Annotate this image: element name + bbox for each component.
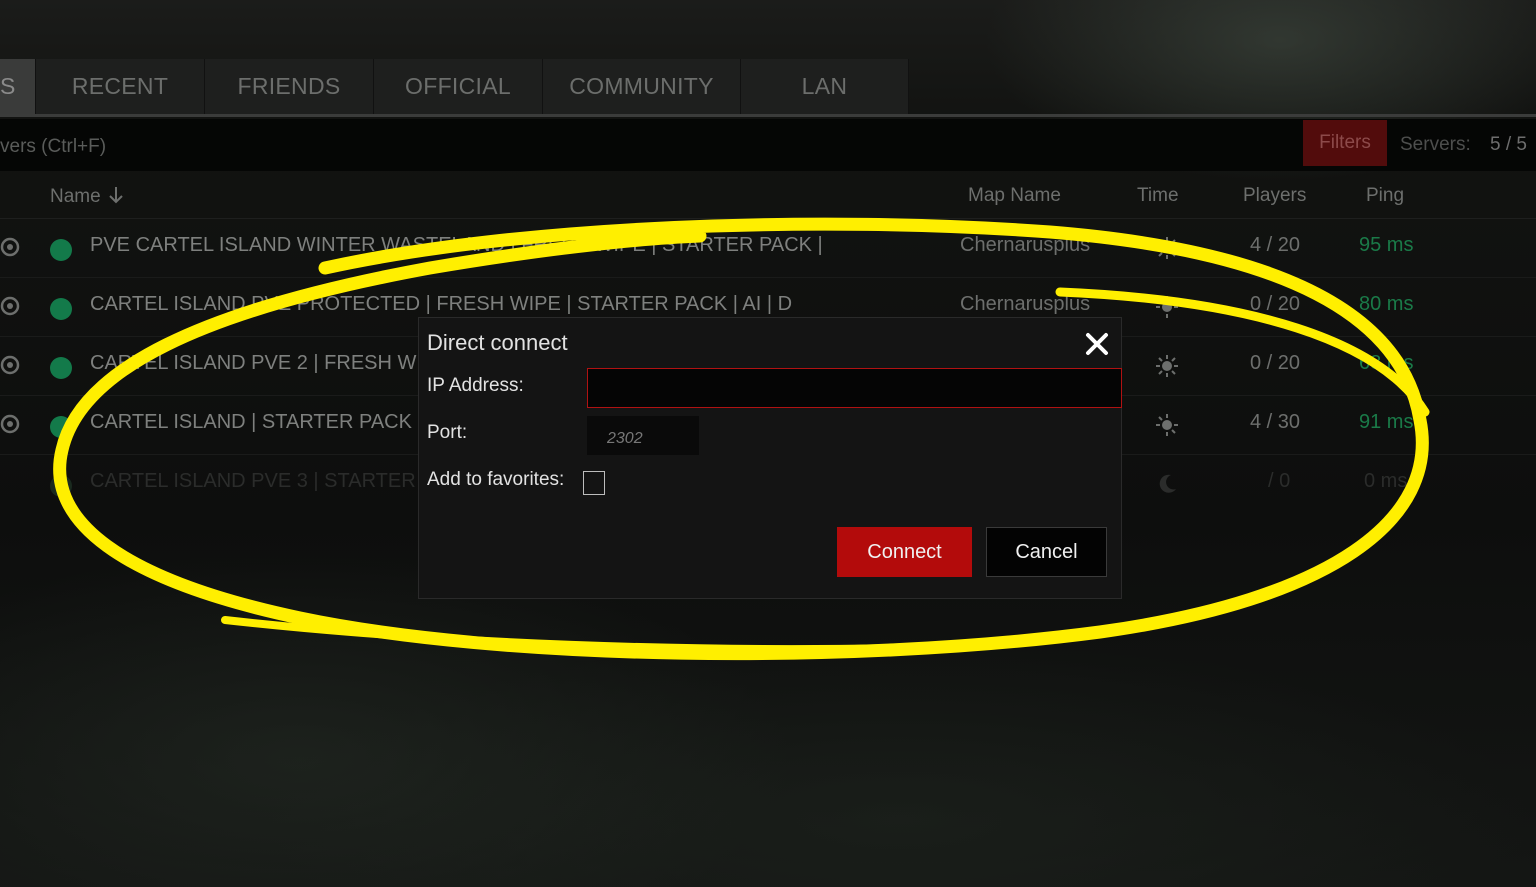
sort-arrow-down-icon	[109, 187, 123, 204]
tab-servers[interactable]: S	[0, 59, 36, 114]
column-header-map[interactable]: Map Name	[968, 185, 1061, 207]
status-online-icon	[50, 475, 72, 497]
day-night-icon	[1156, 414, 1178, 436]
server-ping: 0 ms	[1364, 470, 1408, 492]
tab-label: LAN	[801, 73, 848, 99]
eye-icon	[0, 237, 20, 257]
search-input[interactable]: vers (Ctrl+F)	[0, 136, 106, 158]
status-online-icon	[50, 357, 72, 379]
status-online-icon	[50, 239, 72, 261]
status-online-icon	[50, 416, 72, 438]
tab-friends[interactable]: FRIENDS	[205, 59, 374, 114]
server-players: 4 / 30	[1250, 411, 1301, 433]
status-online-icon	[50, 298, 72, 320]
server-ping: 68 ms	[1359, 352, 1414, 374]
port-label: Port:	[427, 422, 468, 443]
server-name: CARTEL ISLAND | STARTER PACK	[90, 411, 412, 433]
column-header-players[interactable]: Players	[1243, 185, 1306, 207]
ip-address-input[interactable]	[587, 368, 1122, 408]
server-name: CARTEL ISLAND PVE 2 | FRESH WIPE	[90, 352, 449, 374]
day-night-icon	[1156, 237, 1178, 259]
server-map: Chernarusplus	[960, 234, 1091, 256]
tab-label: RECENT	[71, 73, 169, 99]
tab-label: FRIENDS	[237, 73, 341, 99]
ip-address-label: IP Address:	[427, 375, 524, 396]
cancel-button[interactable]: Cancel	[986, 527, 1107, 577]
favorites-label: Add to favorites:	[427, 469, 565, 490]
column-header-label: Name	[50, 186, 101, 207]
tab-label: OFFICIAL	[405, 73, 511, 99]
connect-button[interactable]: Connect	[837, 527, 972, 577]
server-players: 0 / 20	[1250, 352, 1301, 374]
table-row[interactable]: PVE CARTEL ISLAND WINTER WASTELAND | FRE…	[0, 224, 1536, 282]
column-header-name[interactable]: Name	[50, 185, 124, 208]
server-ping: 80 ms	[1359, 293, 1414, 315]
column-header-time[interactable]: Time	[1137, 185, 1179, 207]
server-name: CARTEL ISLAND PVE PROTECTED | FRESH WIPE…	[90, 293, 793, 315]
add-to-favorites-checkbox[interactable]	[583, 471, 605, 495]
row-divider	[0, 277, 1536, 278]
tab-label: S	[0, 73, 16, 99]
server-players: / 0	[1268, 470, 1291, 492]
tab-divider	[0, 114, 1536, 117]
close-icon[interactable]	[1083, 330, 1111, 358]
filters-button[interactable]: Filters	[1303, 120, 1387, 166]
header-divider	[0, 218, 1536, 219]
moon-icon	[1159, 474, 1176, 493]
port-input[interactable]	[587, 416, 699, 455]
tab-recent[interactable]: RECENT	[36, 59, 205, 114]
server-tabs: S RECENT FRIENDS OFFICIAL COMMUNITY LAN	[0, 59, 909, 114]
server-name: CARTEL ISLAND PVE 3 | STARTER	[90, 470, 416, 492]
server-name: PVE CARTEL ISLAND WINTER WASTELAND | FRE…	[90, 234, 823, 256]
eye-icon	[0, 296, 20, 316]
tab-label: COMMUNITY	[569, 73, 714, 99]
servers-label: Servers:	[1400, 134, 1471, 155]
direct-connect-dialog: Direct connect IP Address: Port: Add to …	[418, 317, 1122, 599]
servers-count: 5 / 5	[1490, 134, 1527, 155]
sun-icon	[1156, 355, 1178, 377]
server-players: 4 / 20	[1250, 234, 1301, 256]
server-ping: 91 ms	[1359, 411, 1414, 433]
server-players: 0 / 20	[1250, 293, 1301, 315]
dialog-title: Direct connect	[427, 330, 568, 355]
column-header-ping[interactable]: Ping	[1366, 185, 1404, 207]
day-night-icon	[1156, 296, 1178, 318]
server-map: Chernarusplus	[960, 293, 1091, 315]
eye-icon	[0, 355, 20, 375]
eye-icon	[0, 414, 20, 434]
tab-community[interactable]: COMMUNITY	[543, 59, 741, 114]
server-ping: 95 ms	[1359, 234, 1414, 256]
tab-official[interactable]: OFFICIAL	[374, 59, 543, 114]
tab-lan[interactable]: LAN	[741, 59, 909, 114]
